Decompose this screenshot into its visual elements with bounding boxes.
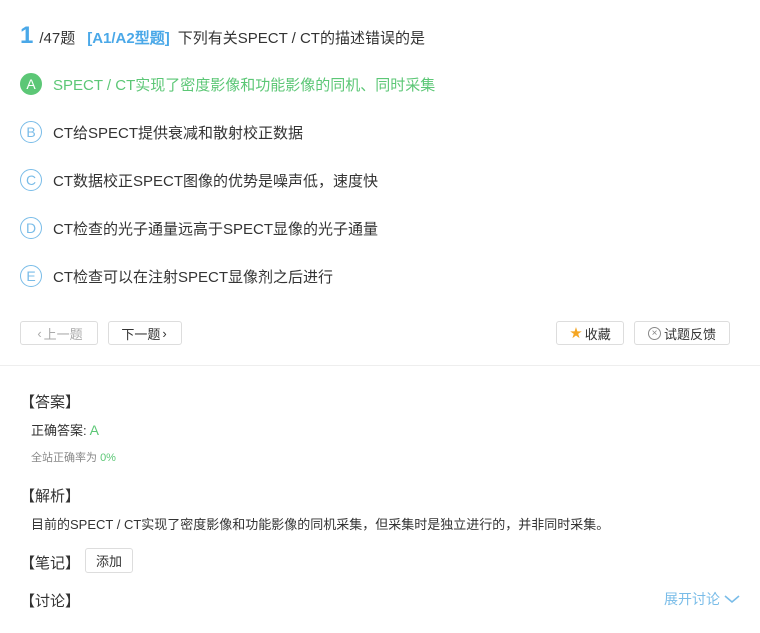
option-text: CT检查的光子通量远高于SPECT显像的光子通量 [53,220,379,238]
correct-answer-value: A [89,422,99,438]
option-letter: E [20,265,42,287]
chevron-down-icon [724,595,740,604]
star-icon: ★ [569,325,583,342]
favorite-button[interactable]: ★ 收藏 [556,321,624,345]
divider [0,365,760,366]
option-letter: D [20,217,42,239]
option-b[interactable]: B CT给SPECT提供衰减和散射校正数据 [20,119,303,145]
expand-label: 展开讨论 [664,591,720,607]
correct-answer-line: 正确答案: A [31,420,99,439]
close-circle-icon: × [647,326,661,340]
option-text: CT检查可以在注射SPECT显像剂之后进行 [53,268,334,286]
favorite-label: 收藏 [584,326,611,342]
next-label: 下一题 [121,326,161,342]
question-text: 下列有关SPECT / CT的描述错误的是 [177,30,425,47]
report-button[interactable]: × 试题反馈 [634,321,730,345]
question-header: 1 /47题 [A1/A2型题] 下列有关SPECT / CT的描述错误的是 [20,22,425,54]
option-a[interactable]: A SPECT / CT实现了密度影像和功能影像的同机、同时采集 [20,71,435,97]
option-text: CT给SPECT提供衰减和散射校正数据 [53,124,304,142]
accuracy-rate: 全站正确率为 0% [31,449,116,465]
question-type: [A1/A2型题] [87,30,170,47]
option-e[interactable]: E CT检查可以在注射SPECT显像剂之后进行 [20,263,333,289]
add-note-button[interactable]: 添加 [85,548,133,573]
correct-answer-label: 正确答案: [31,423,87,438]
chevron-left-icon: ‹ [37,325,42,341]
notes-title: 【笔记】 [20,555,81,572]
expand-discussion-link[interactable]: 展开讨论 [664,589,741,609]
option-letter: B [20,121,42,143]
option-letter: C [20,169,42,191]
option-d[interactable]: D CT检查的光子通量远高于SPECT显像的光子通量 [20,215,378,241]
option-letter: A [20,73,42,95]
analysis-title: 【解析】 [20,488,81,505]
question-total: /47题 [39,30,76,47]
question-number: 1 [20,22,34,49]
report-label: 试题反馈 [663,326,716,342]
next-question-button[interactable]: 下一题 › [108,321,182,345]
option-c[interactable]: C CT数据校正SPECT图像的优势是噪声低，速度快 [20,167,378,193]
rate-value: 0% [100,452,116,464]
answer-title: 【答案】 [20,394,81,411]
discussion-title: 【讨论】 [20,593,81,610]
chevron-right-icon: › [162,325,167,341]
rate-label: 全站正确率为 [31,452,97,464]
option-text: SPECT / CT实现了密度影像和功能影像的同机、同时采集 [53,76,436,94]
prev-label: 上一题 [43,326,83,342]
prev-question-button[interactable]: ‹ 上一题 [20,321,98,345]
option-text: CT数据校正SPECT图像的优势是噪声低，速度快 [53,172,379,190]
analysis-text: 目前的SPECT / CT实现了密度影像和功能影像的同机采集，但采集时是独立进行… [31,517,610,532]
